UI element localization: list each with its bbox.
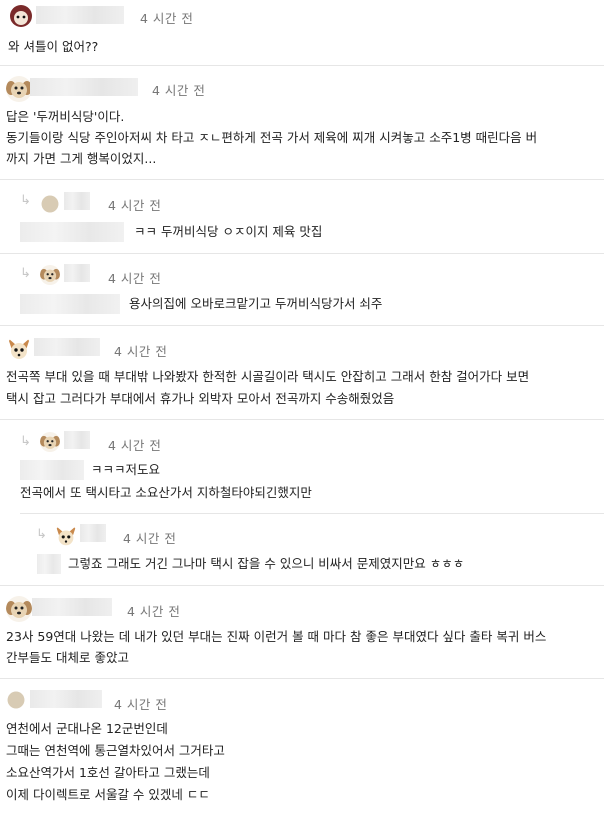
avatar[interactable] (8, 3, 34, 29)
comment-text-line: 연천에서 군대나온 12군번인데 (6, 721, 168, 736)
divider (0, 179, 604, 180)
avatar[interactable] (6, 596, 32, 622)
reply-arrow-icon: ↳ (20, 193, 31, 208)
avatar[interactable] (40, 265, 60, 285)
mention-redacted (37, 554, 61, 574)
comment-text-line: 그렇죠 그래도 거긴 그나마 택시 잡을 수 있으니 비싸서 문제였지만요 ㅎㅎ… (68, 556, 465, 571)
cartoon-face-icon (8, 3, 34, 29)
reply-arrow-icon: ↳ (20, 266, 31, 281)
username-redacted[interactable] (36, 6, 124, 24)
puppy-icon (6, 76, 32, 102)
dot-avatar-icon (6, 690, 26, 710)
divider (0, 419, 604, 420)
avatar[interactable] (54, 524, 78, 548)
timestamp: 4 시간 전 (114, 344, 168, 359)
avatar[interactable] (40, 194, 60, 214)
chihuahua-icon (54, 524, 78, 548)
username-redacted[interactable] (34, 338, 100, 356)
comment-text-line: 와 셔틀이 없어?? (8, 39, 99, 54)
comment-text-line: 택시 잡고 그러다가 부대에서 휴가나 외박자 모아서 전곡까지 수송해줬었음 (6, 391, 395, 406)
divider (0, 253, 604, 254)
timestamp: 4 시간 전 (108, 198, 162, 213)
username-redacted[interactable] (64, 264, 90, 282)
username-redacted[interactable] (30, 690, 102, 708)
avatar[interactable] (40, 432, 60, 452)
avatar[interactable] (6, 336, 32, 362)
avatar[interactable] (6, 690, 26, 710)
comment-text-line: 소요산역가서 1호선 갈아타고 그랬는데 (6, 765, 210, 780)
mention-redacted (20, 460, 84, 480)
comment-text-line: 그때는 연천역에 통근열차있어서 그거타고 (6, 743, 225, 758)
comment-text-line: 23사 59연대 나왔는 데 내가 있던 부대는 진짜 이런거 볼 때 마다 참… (6, 629, 547, 644)
comment-text-line: 까지 가면 그게 행복이었지... (6, 151, 157, 166)
username-redacted[interactable] (64, 431, 90, 449)
comment-text-line: 이제 다이렉트로 서울갈 수 있겠네 ㄷㄷ (6, 787, 210, 802)
avatar[interactable] (6, 76, 32, 102)
reply-arrow-icon: ↳ (36, 527, 47, 542)
comment-text-line: 답은 '두꺼비식당'이다. (6, 109, 125, 124)
comment-text-line: ㅋㅋ 두꺼비식당 ㅇㅈ이지 제육 맛집 (134, 224, 323, 239)
username-redacted[interactable] (30, 78, 138, 96)
timestamp: 4 시간 전 (127, 604, 181, 619)
timestamp: 4 시간 전 (123, 531, 177, 546)
comment-text-line: 용사의집에 오바로크맡기고 두꺼비식당가서 쇠주 (129, 296, 383, 311)
username-redacted[interactable] (80, 524, 106, 542)
mention-redacted (20, 294, 120, 314)
puppy-icon (6, 596, 32, 622)
divider (0, 325, 604, 326)
timestamp: 4 시간 전 (108, 438, 162, 453)
comment-text-line: 전곡쪽 부대 있을 때 부대밖 나와봤자 한적한 시골길이라 택시도 안잡히고 … (6, 369, 530, 384)
puppy-icon (40, 432, 60, 452)
timestamp: 4 시간 전 (152, 83, 206, 98)
timestamp: 4 시간 전 (140, 11, 194, 26)
divider (0, 678, 604, 679)
timestamp: 4 시간 전 (108, 271, 162, 286)
divider (0, 585, 604, 586)
username-redacted[interactable] (32, 598, 112, 616)
comment-text-line: 동기들이랑 식당 주인아저씨 차 타고 ㅈㄴ편하게 전곡 가서 제육에 찌개 시… (6, 130, 538, 145)
comment-text-line: ㅋㅋㅋ저도요 (91, 462, 161, 477)
comment-text-line: 간부들도 대체로 좋았고 (6, 650, 129, 665)
mention-redacted (20, 222, 124, 242)
divider (0, 65, 604, 66)
username-redacted[interactable] (64, 192, 90, 210)
divider (20, 513, 604, 514)
timestamp: 4 시간 전 (114, 697, 168, 712)
chihuahua-icon (6, 336, 32, 362)
dot-avatar-icon (40, 194, 60, 214)
puppy-icon (40, 265, 60, 285)
reply-arrow-icon: ↳ (20, 434, 31, 449)
comment-text-line: 전곡에서 또 택시타고 소요산가서 지하철타야되긴했지만 (20, 485, 312, 500)
